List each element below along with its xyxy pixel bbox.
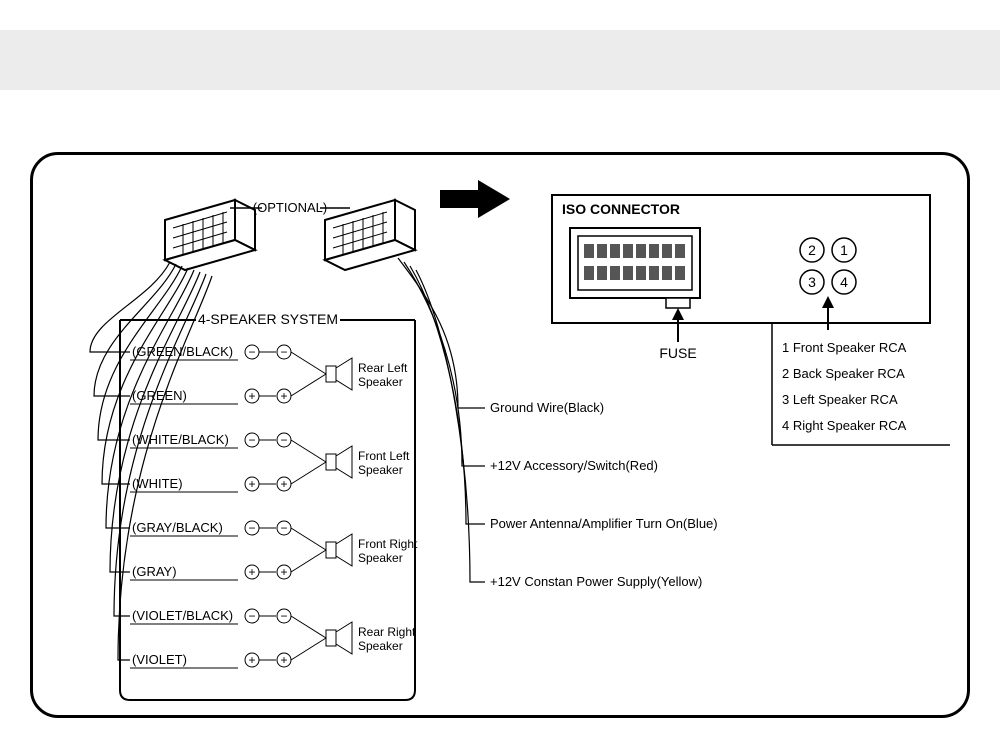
svg-text:1: 1 <box>840 242 848 258</box>
svg-text:−: − <box>248 609 255 623</box>
svg-text:(OPTIONAL): (OPTIONAL) <box>253 200 327 215</box>
power-wire-labels: Ground Wire(Black) +12V Accessory/Switch… <box>490 400 718 589</box>
wire-color-label: (VIOLET/BLACK) <box>132 608 233 623</box>
wire-color-label: (GREEN) <box>132 388 187 403</box>
speaker-label: Front Left <box>358 449 410 463</box>
svg-text:Speaker: Speaker <box>358 375 403 389</box>
svg-text:−: − <box>248 345 255 359</box>
speaker-label: Rear Right <box>358 625 416 639</box>
svg-text:FUSE: FUSE <box>659 345 696 361</box>
speaker-icon <box>326 358 352 390</box>
svg-text:3: 3 <box>808 274 816 290</box>
svg-text:+: + <box>280 653 287 667</box>
speaker-label: Front Right <box>358 537 418 551</box>
svg-text:−: − <box>280 609 287 623</box>
insert-arrow-icon <box>440 180 510 218</box>
svg-text:1 Front Speaker RCA: 1 Front Speaker RCA <box>782 340 907 355</box>
wire-color-label: (GRAY) <box>132 564 177 579</box>
svg-text:3 Left Speaker RCA: 3 Left Speaker RCA <box>782 392 898 407</box>
harness-right <box>398 258 485 582</box>
svg-text:+: + <box>248 653 255 667</box>
svg-text:−: − <box>248 433 255 447</box>
svg-text:4 Right Speaker RCA: 4 Right Speaker RCA <box>782 418 907 433</box>
harness-left <box>90 262 212 660</box>
svg-text:+: + <box>280 389 287 403</box>
svg-text:Speaker: Speaker <box>358 551 403 565</box>
svg-text:−: − <box>248 521 255 535</box>
right-connector <box>325 200 415 270</box>
speaker-label: Rear Left <box>358 361 408 375</box>
svg-text:4: 4 <box>840 274 848 290</box>
svg-text:Speaker: Speaker <box>358 639 403 653</box>
speaker-system-title: 4-SPEAKER SYSTEM <box>198 311 338 327</box>
svg-text:2: 2 <box>808 242 816 258</box>
svg-text:+12V Constan Power Supply(Yell: +12V Constan Power Supply(Yellow) <box>490 574 702 589</box>
svg-text:−: − <box>280 521 287 535</box>
svg-text:2 Back Speaker RCA: 2 Back Speaker RCA <box>782 366 905 381</box>
rca-legend: 1 Front Speaker RCA 2 Back Speaker RCA 3… <box>772 323 950 445</box>
wire-color-label: (VIOLET) <box>132 652 187 667</box>
wire-color-label: (GRAY/BLACK) <box>132 520 223 535</box>
svg-text:−: − <box>280 345 287 359</box>
svg-text:+: + <box>248 389 255 403</box>
wire-color-label: (GREEN/BLACK) <box>132 344 233 359</box>
iso-title: ISO CONNECTOR <box>562 201 680 217</box>
speaker-icon <box>326 534 352 566</box>
svg-text:Power Antenna/Amplifier Turn O: Power Antenna/Amplifier Turn On(Blue) <box>490 516 718 531</box>
left-connector <box>165 200 255 270</box>
svg-text:+: + <box>248 565 255 579</box>
svg-text:Ground Wire(Black): Ground Wire(Black) <box>490 400 604 415</box>
svg-text:−: − <box>280 433 287 447</box>
svg-text:+: + <box>280 565 287 579</box>
svg-text:+: + <box>280 477 287 491</box>
wiring-diagram: (OPTIONAL) ISO CONNECTOR FUSE 2 1 3 4 <box>0 0 1000 752</box>
svg-text:+: + <box>248 477 255 491</box>
iso-plug <box>570 228 700 308</box>
speaker-icon <box>326 622 352 654</box>
speaker-icon <box>326 446 352 478</box>
svg-text:Speaker: Speaker <box>358 463 403 477</box>
wire-color-label: (WHITE/BLACK) <box>132 432 229 447</box>
svg-text:+12V Accessory/Switch(Red): +12V Accessory/Switch(Red) <box>490 458 658 473</box>
speaker-wires: (GREEN/BLACK) − − (GREEN) + + (WHITE/BLACK) − − (… <box>130 344 418 668</box>
